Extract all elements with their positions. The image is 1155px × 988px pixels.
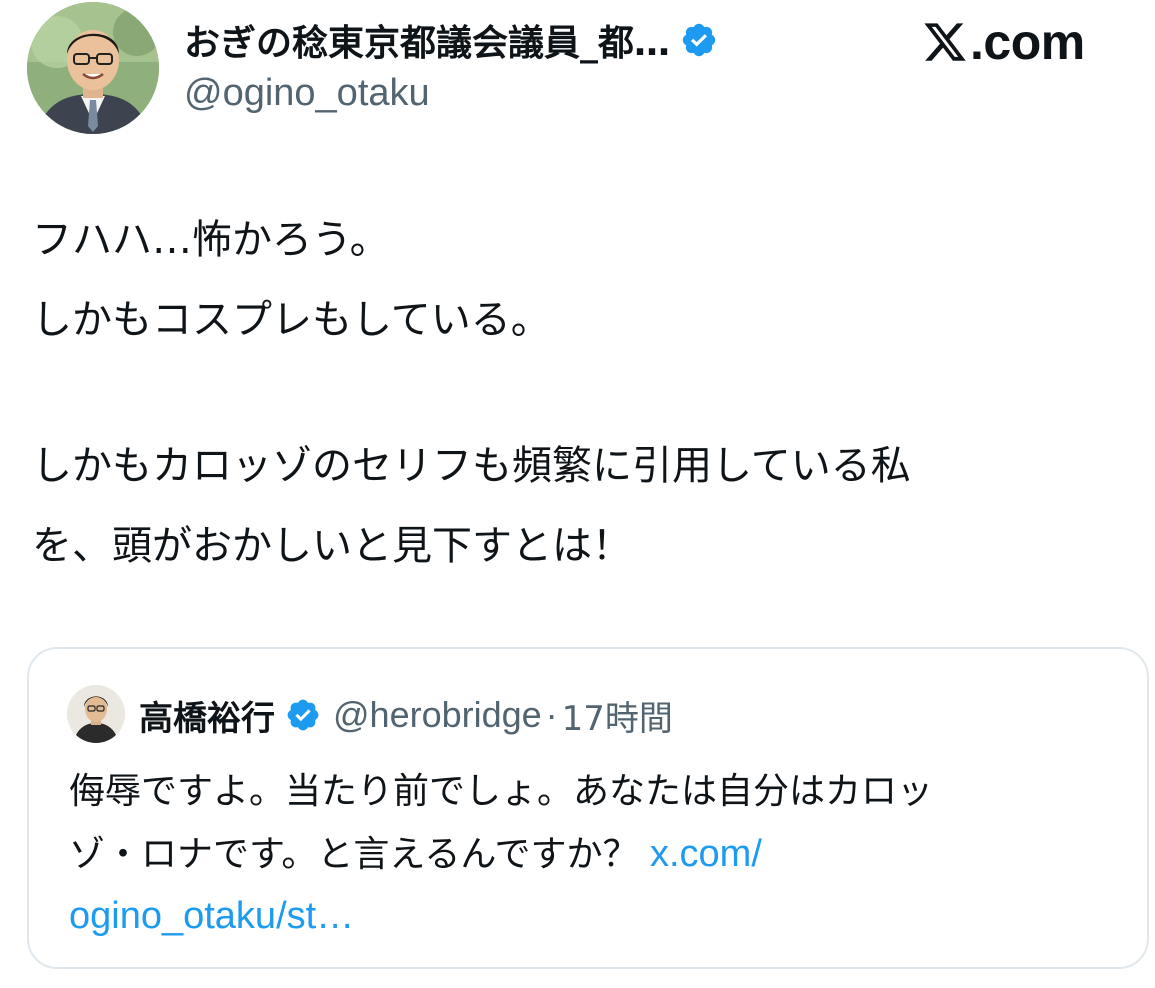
quoted-tweet-card[interactable]: 高橋裕行 @herobridge · 17時間 侮辱ですよ。当たり前でしょ。あな…	[27, 647, 1149, 969]
tweet-text: フハハ…怖かろう。 しかもコスプレもしている。 しかもカロッゾのセリフも頻繁に引…	[32, 200, 1132, 586]
x-com-logo: .com	[922, 14, 1085, 70]
quoted-author-avatar-photo	[67, 685, 125, 743]
quoted-tweet-link[interactable]: x.com/	[650, 833, 762, 875]
quoted-author-name[interactable]: 高橋裕行	[139, 691, 275, 740]
quoted-tweet-text: 侮辱ですよ。当たり前でしょ。あなたは自分はカロッ ゾ・ロナです。と言えるんですか…	[69, 761, 1129, 947]
tweet-line: フハハ…怖かろう。	[32, 217, 390, 263]
tweet-line: しかもコスプレもしている。	[32, 297, 551, 343]
quoted-tweet-line: ogino_otaku/st…	[69, 885, 1129, 947]
quoted-tweet-line-text: ゾ・ロナです。と言えるんですか？	[69, 834, 650, 875]
author-avatar[interactable]	[27, 2, 159, 134]
author-name-row: おぎの稔東京都議会議員_都…	[184, 14, 718, 66]
author-avatar-photo	[27, 2, 159, 134]
verified-badge-icon	[680, 21, 718, 59]
verified-badge-icon	[285, 697, 321, 733]
quoted-tweet-line: ゾ・ロナです。と言えるんですか？ x.com/	[69, 823, 1129, 885]
x-com-logo-text: .com	[970, 14, 1085, 70]
tweet-line: しかもカロッゾのセリフも頻繁に引用している私	[32, 443, 911, 489]
tweet-line: を、頭がおかしいと見下すとは！	[32, 523, 632, 569]
quoted-tweet-link-continued[interactable]: ogino_otaku/st…	[69, 895, 354, 937]
quoted-tweet-line: 侮辱ですよ。当たり前でしょ。あなたは自分はカロッ	[69, 771, 934, 812]
author-display-name[interactable]: おぎの稔東京都議会議員_都…	[184, 14, 670, 66]
dot-separator: ·	[545, 694, 558, 735]
quoted-tweet-timestamp[interactable]: 17時間	[562, 691, 673, 740]
quoted-author-handle[interactable]: @herobridge	[333, 694, 542, 736]
tweet-header: おぎの稔東京都議会議員_都… @ogino_otaku .com	[0, 0, 1155, 150]
quoted-author-avatar[interactable]	[67, 685, 125, 743]
x-logo-icon	[924, 23, 966, 61]
author-handle[interactable]: @ogino_otaku	[184, 72, 430, 115]
quoted-tweet-header: 高橋裕行 @herobridge · 17時間	[139, 687, 673, 743]
